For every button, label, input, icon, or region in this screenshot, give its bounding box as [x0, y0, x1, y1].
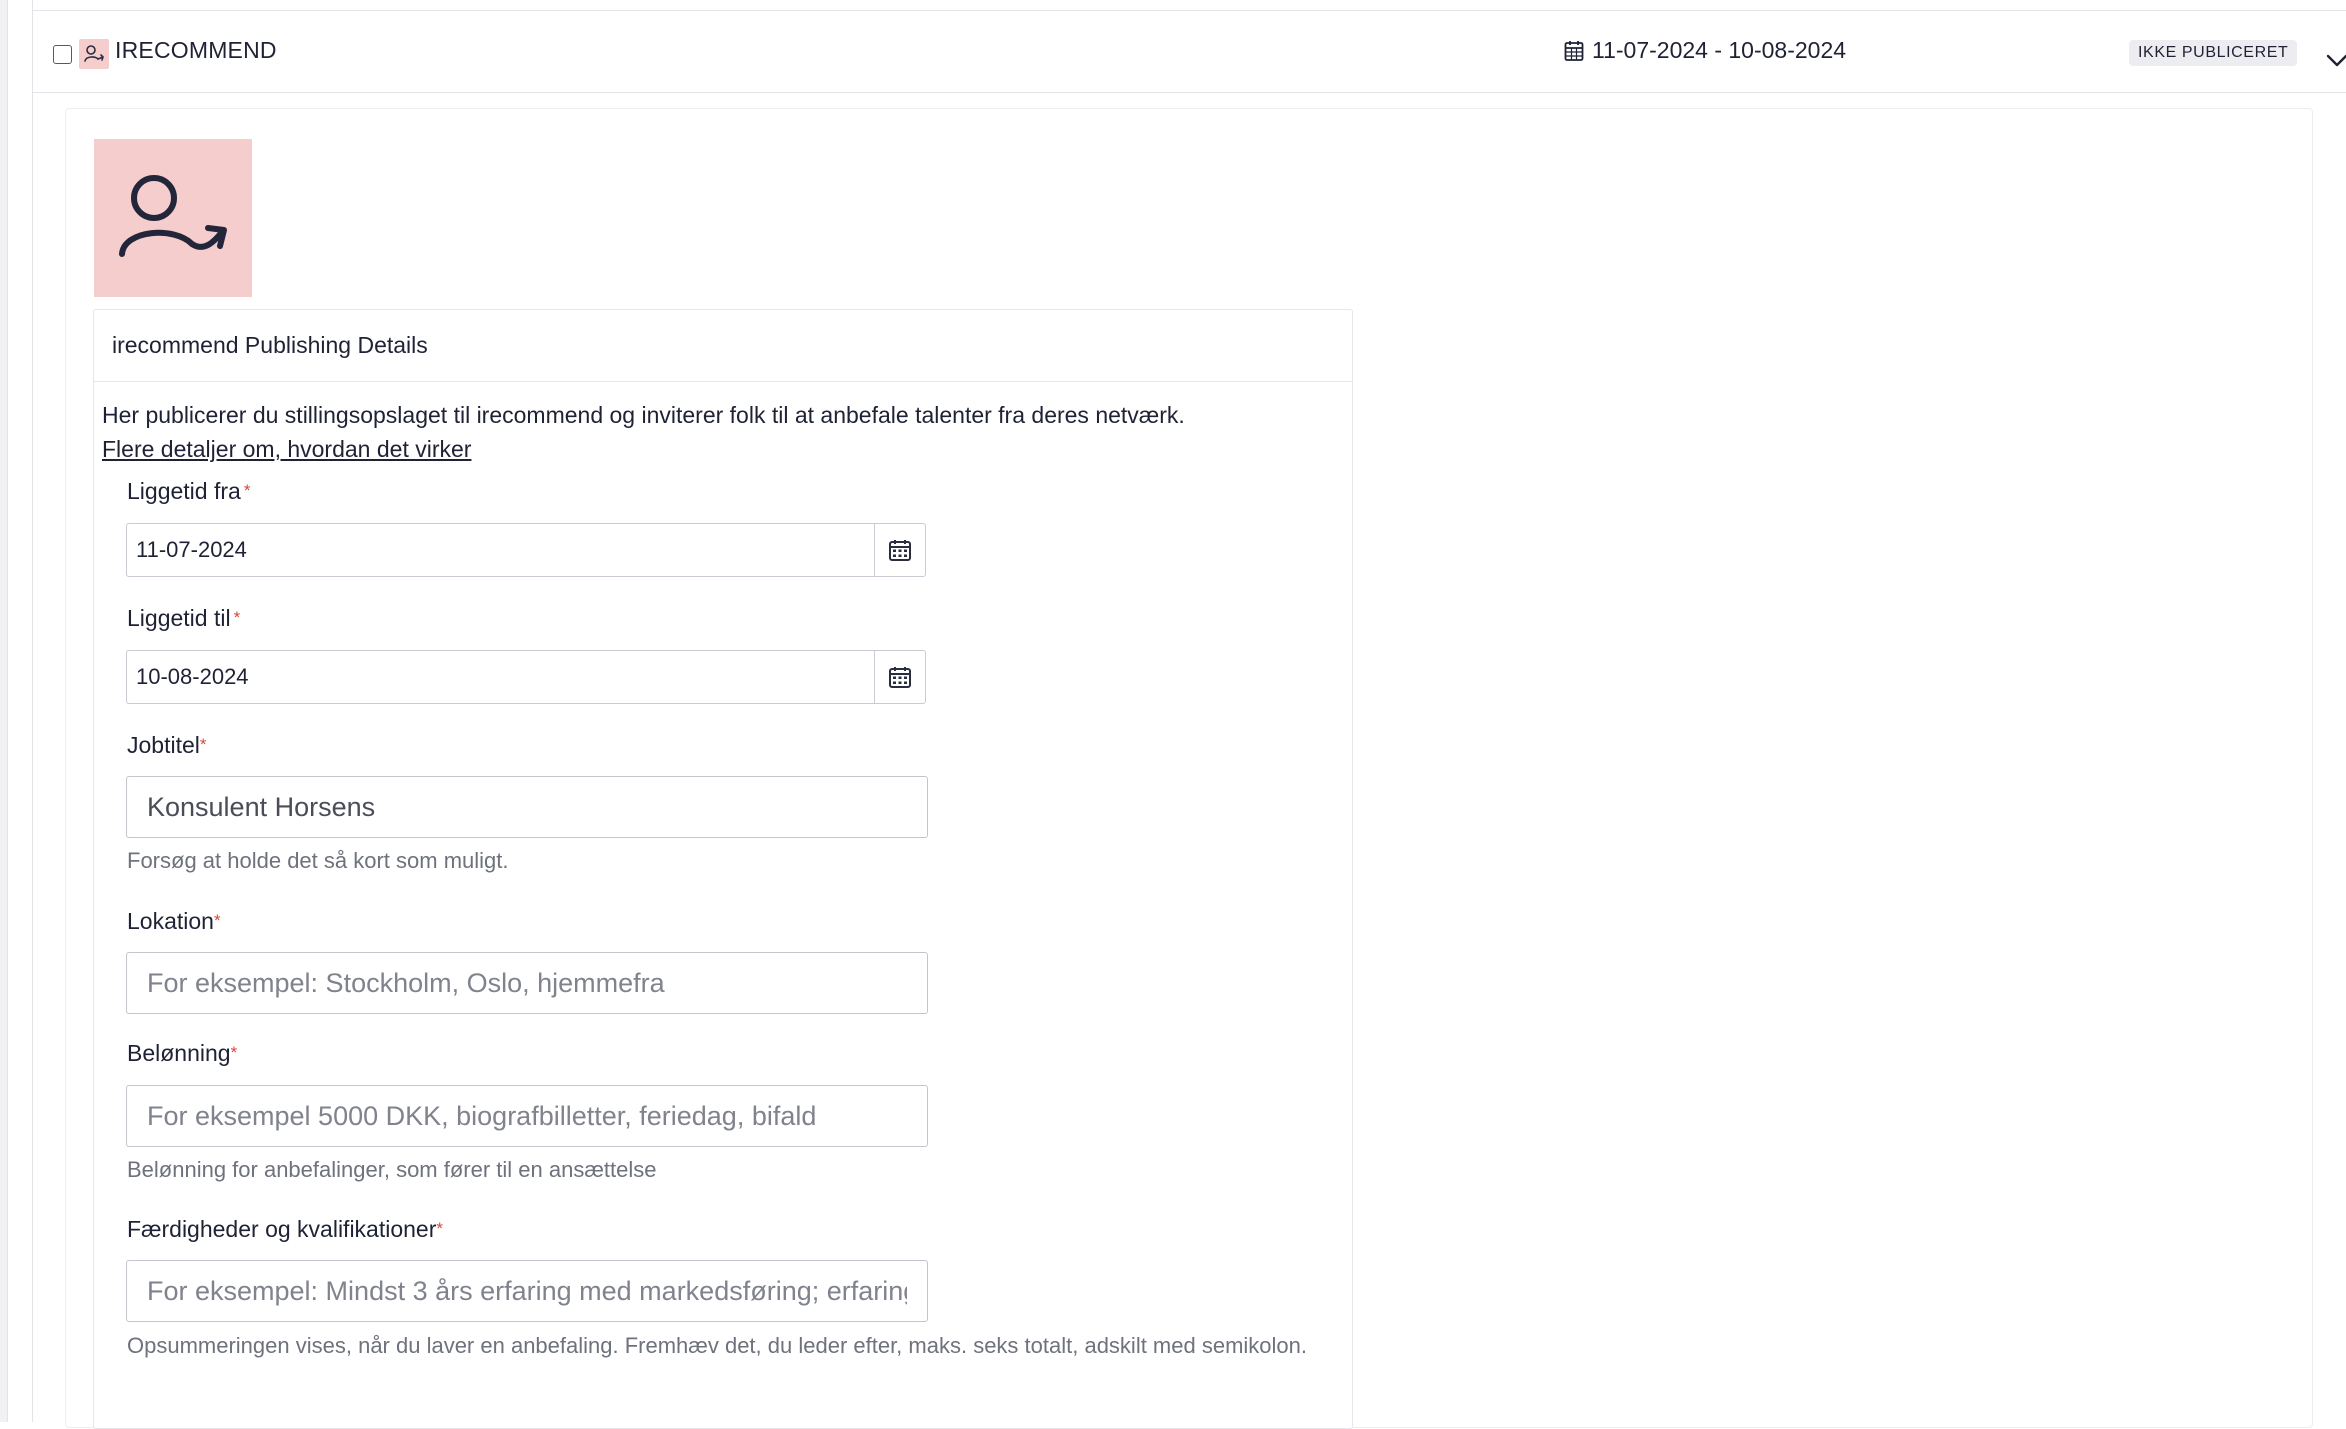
publishing-details-card: irecommend Publishing Details Her public… [93, 309, 1353, 1429]
to-date-label-text: Liggetid til [127, 605, 231, 631]
intro-text: Her publicerer du stillingsopslaget til … [102, 402, 1185, 428]
skills-help: Opsummeringen vises, når du laver en anb… [127, 1333, 1307, 1358]
calendar-icon [1564, 40, 1584, 61]
to-date-label: Liggetid til * [127, 605, 240, 632]
location-label: Lokation* [127, 908, 221, 935]
location-input[interactable] [126, 952, 928, 1014]
row-select-checkbox[interactable] [53, 45, 72, 64]
to-date-field [126, 650, 926, 704]
location-label-text: Lokation [127, 908, 214, 934]
channel-row-header[interactable]: IRECOMMEND 11-07-2024 - 10-08-2024 IKKE … [33, 11, 2346, 93]
status-badge: IKKE PUBLICERET [2129, 40, 2298, 66]
job-title-label: Jobtitel* [127, 732, 207, 759]
job-title-input[interactable] [126, 776, 928, 838]
reward-help: Belønning for anbefalinger, som fører ti… [127, 1157, 657, 1182]
channel-title[interactable]: IRECOMMEND [115, 37, 277, 64]
required-marker: * [436, 1219, 444, 1238]
required-marker: * [233, 608, 241, 627]
required-marker: * [243, 481, 251, 500]
from-date-label-text: Liggetid fra [127, 478, 241, 504]
details-link[interactable]: Flere detaljer om, hvordan det virker [102, 436, 471, 462]
from-date-field [126, 523, 926, 577]
date-range-text: 11-07-2024 - 10-08-2024 [1592, 37, 1847, 63]
from-date-label: Liggetid fra * [127, 478, 250, 505]
calendar-icon[interactable] [874, 523, 926, 577]
required-marker: * [230, 1043, 238, 1062]
reward-label: Belønning* [127, 1040, 237, 1067]
publish-date-range: 11-07-2024 - 10-08-2024 [1564, 37, 1846, 64]
required-marker: * [199, 735, 207, 754]
to-date-input[interactable] [126, 650, 874, 704]
skills-label: Færdigheder og kvalifikationer* [127, 1216, 443, 1243]
skills-input[interactable] [126, 1260, 928, 1322]
job-title-label-text: Jobtitel [127, 732, 200, 758]
intro-text-block: Her publicerer du stillingsopslaget til … [102, 398, 1185, 466]
irecommend-logo [94, 139, 252, 297]
chevron-down-icon[interactable] [2323, 49, 2346, 71]
reward-input[interactable] [126, 1085, 928, 1147]
reward-label-text: Belønning [127, 1040, 231, 1066]
calendar-icon[interactable] [874, 650, 926, 704]
required-marker: * [213, 911, 221, 930]
from-date-input[interactable] [126, 523, 874, 577]
skills-label-text: Færdigheder og kvalifikationer [127, 1216, 437, 1242]
user-arrow-icon [79, 39, 109, 69]
job-title-help: Forsøg at holde det så kort som muligt. [127, 848, 509, 873]
left-gutter [0, 0, 8, 1422]
user-arrow-icon [119, 175, 227, 257]
card-title: irecommend Publishing Details [94, 310, 1352, 382]
